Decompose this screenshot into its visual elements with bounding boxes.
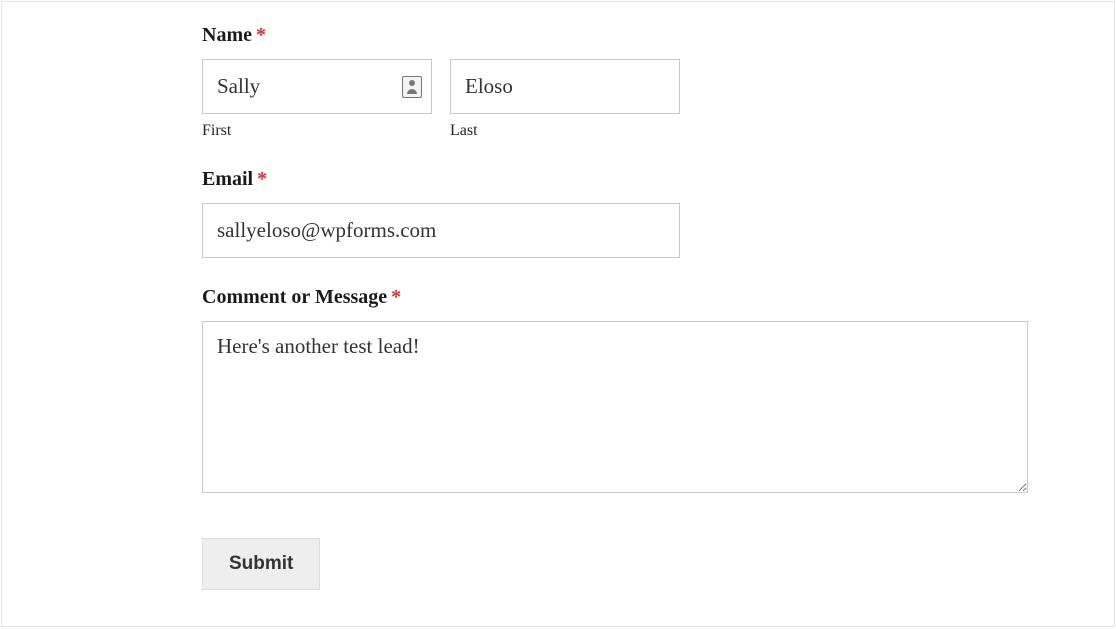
contact-card-icon[interactable]	[402, 76, 422, 98]
last-name-sublabel: Last	[450, 122, 680, 140]
first-name-sublabel: First	[202, 122, 432, 140]
name-field-group: Name * First Last	[202, 24, 914, 140]
email-label-row: Email *	[202, 168, 914, 203]
name-label: Name	[202, 24, 252, 47]
email-input[interactable]	[202, 203, 680, 258]
last-name-input[interactable]	[450, 59, 680, 114]
first-name-column: First	[202, 59, 432, 140]
name-label-row: Name *	[202, 24, 914, 59]
first-name-wrap	[202, 59, 432, 114]
message-label-row: Comment or Message *	[202, 286, 914, 321]
last-name-column: Last	[450, 59, 680, 140]
name-inputs-row: First Last	[202, 59, 914, 140]
message-textarea[interactable]	[202, 321, 1028, 493]
message-label: Comment or Message	[202, 286, 387, 309]
message-field-group: Comment or Message *	[202, 286, 914, 498]
submit-button[interactable]: Submit	[202, 538, 320, 590]
first-name-input[interactable]	[202, 59, 432, 114]
email-required-asterisk: *	[257, 168, 267, 190]
form-container: Name * First Last Email * Comment	[1, 1, 1115, 627]
email-field-group: Email *	[202, 168, 914, 258]
name-required-asterisk: *	[256, 24, 266, 46]
email-label: Email	[202, 168, 253, 191]
message-required-asterisk: *	[391, 286, 401, 308]
